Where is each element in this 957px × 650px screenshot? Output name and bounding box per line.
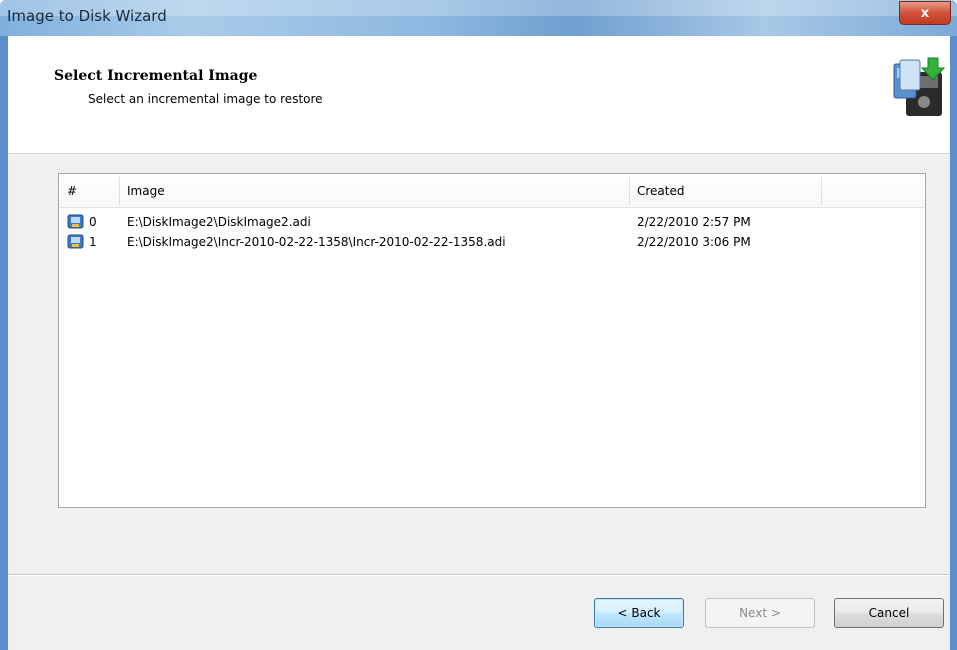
image-list[interactable]: # Image Created 0 E:\DiskImage2\DiskImag… xyxy=(58,173,926,508)
disk-image-icon xyxy=(67,214,84,229)
row-image-path: E:\DiskImage2\Incr-2010-02-22-1358\Incr-… xyxy=(127,235,506,249)
column-divider[interactable] xyxy=(821,177,822,205)
row-number-cell: 0 xyxy=(67,212,97,232)
row-image-path: E:\DiskImage2\DiskImage2.adi xyxy=(127,215,311,229)
row-number: 1 xyxy=(89,235,97,249)
title-bar[interactable]: Image to Disk Wizard x xyxy=(0,0,957,36)
list-header: # Image Created xyxy=(59,174,925,208)
column-header-created[interactable]: Created xyxy=(629,174,821,208)
cancel-button[interactable]: Cancel xyxy=(834,598,944,628)
page-subtitle: Select an incremental image to restore xyxy=(88,92,323,106)
close-button[interactable]: x xyxy=(899,1,951,25)
list-item[interactable]: 1 E:\DiskImage2\Incr-2010-02-22-1358\Inc… xyxy=(59,232,925,252)
row-created-date: 2/22/2010 2:57 PM xyxy=(637,215,751,229)
row-number-cell: 1 xyxy=(67,232,97,252)
wizard-window: Image to Disk Wizard x Select Incrementa… xyxy=(0,0,957,650)
row-number: 0 xyxy=(89,215,97,229)
next-button[interactable]: Next > xyxy=(705,598,815,628)
column-header-image[interactable]: Image xyxy=(119,174,629,208)
disk-image-icon xyxy=(67,234,84,249)
row-created-date: 2/22/2010 3:06 PM xyxy=(637,235,751,249)
column-header-number[interactable]: # xyxy=(59,174,119,208)
back-button[interactable]: < Back xyxy=(594,598,684,628)
disk-restore-icon xyxy=(893,57,946,116)
close-icon: x xyxy=(920,5,930,21)
list-item[interactable]: 0 E:\DiskImage2\DiskImage2.adi 2/22/2010… xyxy=(59,212,925,232)
wizard-header: Select Incremental Image Select an incre… xyxy=(8,36,950,154)
wizard-client-area: Select Incremental Image Select an incre… xyxy=(8,36,950,650)
footer-divider-highlight xyxy=(8,575,950,576)
window-title: Image to Disk Wizard xyxy=(7,7,167,25)
page-title: Select Incremental Image xyxy=(54,68,258,84)
